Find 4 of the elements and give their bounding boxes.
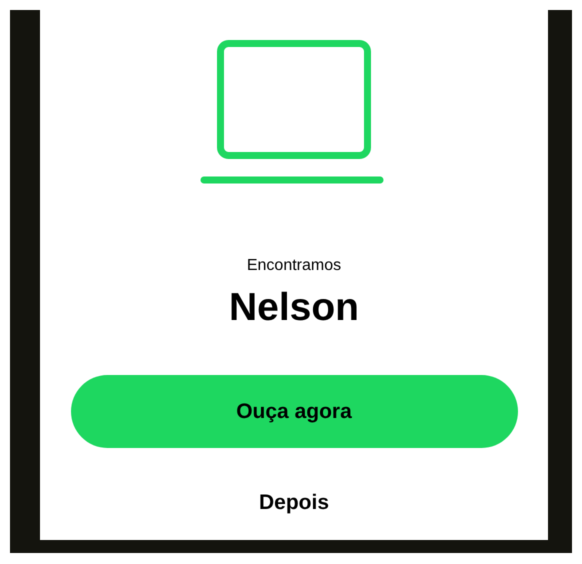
listen-now-button[interactable]: Ouça agora bbox=[70, 374, 518, 448]
subtitle: Encontramos bbox=[246, 256, 342, 276]
later-button[interactable]: Depois bbox=[258, 490, 329, 516]
found-name: Nelson bbox=[228, 285, 360, 331]
